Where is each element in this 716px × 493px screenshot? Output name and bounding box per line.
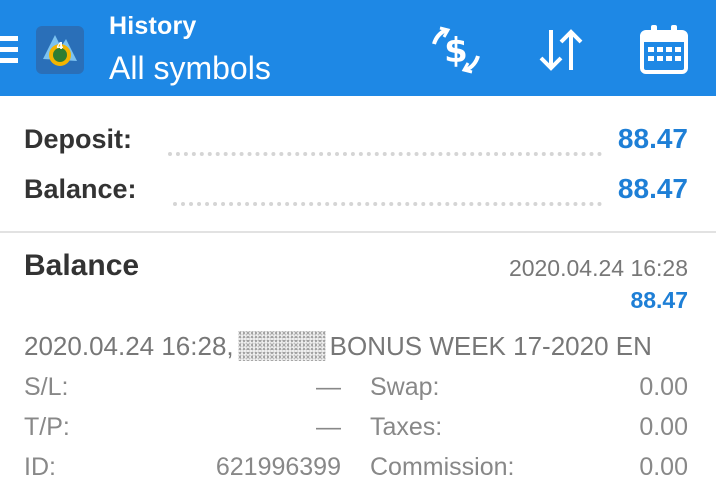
deal-time: 2020.04.24 16:28 [508,255,688,281]
summary-panel: Deposit: 88.47 Balance: 88.47 [0,96,716,232]
commission-label: Commission: [370,453,515,481]
tp-label: T/P: [24,413,70,441]
menu-icon[interactable] [0,36,18,64]
tp-value: — [316,413,341,441]
sl-label: S/L: [24,373,69,401]
app-bar: 4 History All symbols $ [0,0,716,96]
taxes-label: Taxes: [370,413,443,441]
dotted-leader [172,172,602,206]
svg-text:4: 4 [57,41,64,52]
id-label: ID: [24,453,56,481]
sl-value: — [316,373,341,401]
deposit-label: Deposit: [24,123,132,154]
commission-value: 0.00 [639,453,688,481]
deal-amount: 88.47 [630,287,688,313]
dotted-leader [168,122,602,156]
divider [0,231,716,233]
symbol-filter-label[interactable]: All symbols [109,50,271,87]
id-value: 621996399 [215,453,341,481]
deal-comment: 2020.04.24 16:28, BONUS WEEK 17-2020 EN [24,331,652,362]
balance-label: Balance: [24,173,137,204]
screen-title: History [109,12,197,40]
taxes-value: 0.00 [639,413,688,441]
redacted-text [237,331,326,361]
calendar-icon[interactable] [637,22,693,78]
deposit-row: Deposit: 88.47 [24,119,688,159]
comment-time: 2020.04.24 16:28, [24,331,234,361]
deal-type: Balance [24,249,140,282]
deposit-value: 88.47 [617,123,688,154]
swap-label: Swap: [370,373,440,401]
swap-value: 0.00 [639,373,688,401]
svg-text:$: $ [444,31,468,71]
comment-text: BONUS WEEK 17-2020 EN [329,331,652,361]
metatrader-logo: 4 [35,25,85,75]
sort-icon[interactable] [533,22,589,78]
balance-value: 88.47 [617,173,688,204]
currency-exchange-icon[interactable]: $ [428,22,484,78]
balance-row: Balance: 88.47 [24,169,688,209]
